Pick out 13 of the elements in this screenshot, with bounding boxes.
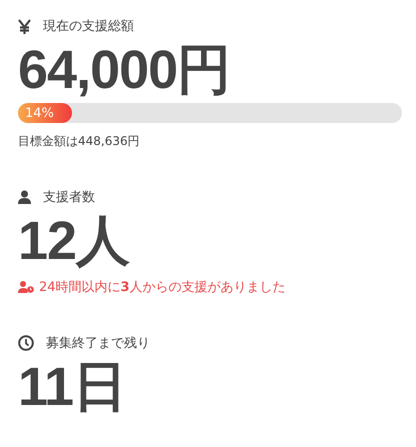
clock-icon xyxy=(18,335,34,351)
user-icon xyxy=(18,190,31,204)
yen-icon xyxy=(18,18,31,34)
stat-value: 11日 xyxy=(18,356,128,418)
goal-note: 目標金額は448,636円 xyxy=(18,133,141,150)
recent-support-text: 24時間以内に3人からの支援がありました xyxy=(39,279,286,296)
stat-value: 64,000円 xyxy=(18,39,232,101)
section-label: 現在の支援総額 xyxy=(43,18,134,35)
user-clock-icon xyxy=(18,281,34,293)
section-label: 募集終了まで残り xyxy=(46,335,150,352)
section-label: 支援者数 xyxy=(43,189,95,206)
progress-percent: 14% xyxy=(24,106,54,120)
stat-value: 12人 xyxy=(18,210,131,272)
